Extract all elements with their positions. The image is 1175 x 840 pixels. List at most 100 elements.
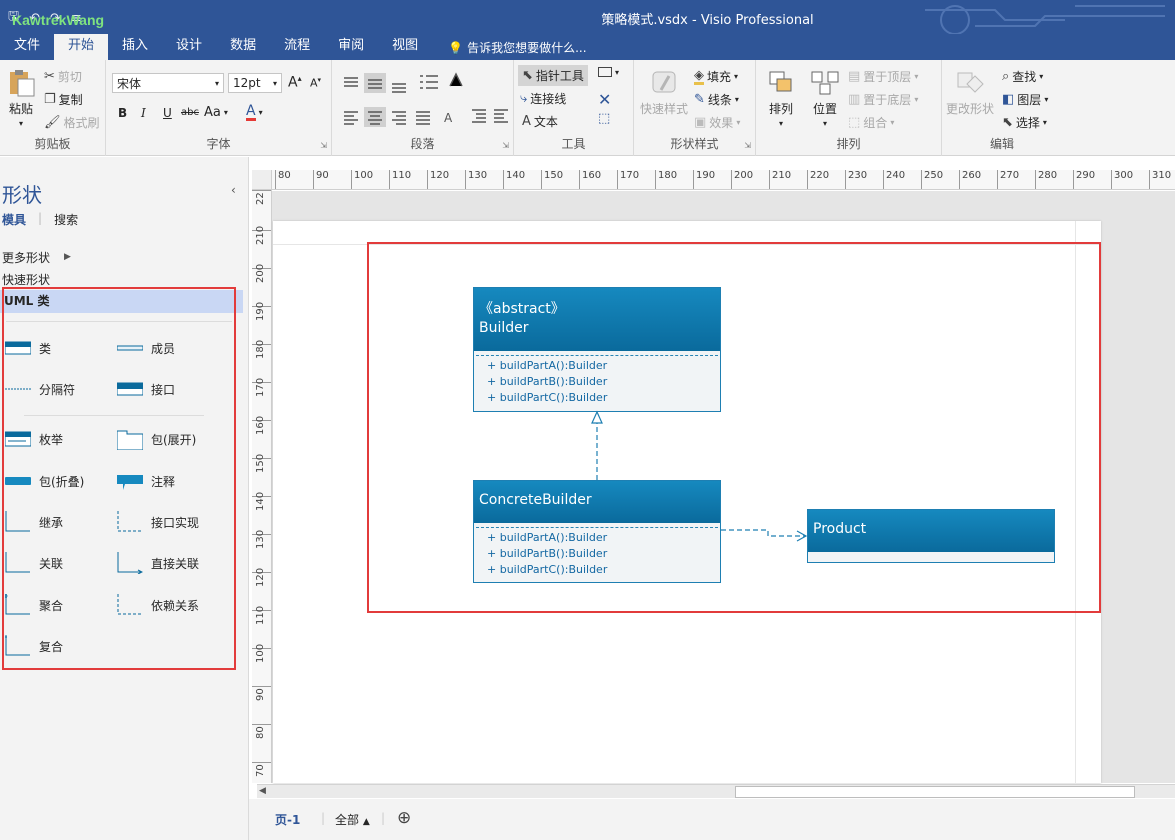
rectangle-tool-button[interactable]: ▾ [598,67,619,77]
effects-icon: ▣ [694,115,707,130]
tab-view[interactable]: 视图 [378,34,432,60]
send-to-back-button[interactable]: ▥ 置于底层 ▾ [848,91,918,108]
dialog-launcher-icon[interactable]: ⇲ [502,141,509,150]
position-button[interactable]: 位置 ▾ [808,68,842,128]
dialog-launcher-icon[interactable]: ⇲ [744,141,751,150]
tab-stencils[interactable]: 模具 [2,211,26,228]
font-color-button[interactable]: A ▾ [246,104,263,121]
selection-highlight-frame [367,242,1101,613]
tab-file[interactable]: 文件 [0,34,54,60]
ruler-tick: 130 [252,530,271,549]
strikethrough-button[interactable]: abc [181,107,199,118]
connector-tool-button[interactable]: ⤷ 连接线 [520,90,566,107]
brush-icon: 🖌 [44,115,61,130]
ruler-tick-label: 160 [255,415,266,435]
dialog-launcher-icon[interactable]: ⇲ [320,141,327,150]
bold-icon: B [118,106,128,120]
tell-me-box[interactable]: 💡 告诉我您想要做什么... [432,36,586,60]
tab-home[interactable]: 开始 [54,34,109,60]
select-button[interactable]: ⬉ 选择 ▾ [1002,114,1047,131]
format-painter-button[interactable]: 🖌 格式刷 [44,114,100,131]
pointer-tool-button[interactable]: ⬉ 指针工具 [518,65,588,86]
pointer-icon: ⬉ [522,68,533,83]
italic-button[interactable]: I [141,106,146,120]
line-button[interactable]: ✎ 线条 ▾ [694,91,739,108]
underline-button[interactable]: U [163,106,172,120]
ruler-tick-label: 150 [255,453,266,473]
ruler-tick: 180 [252,340,271,359]
ruler-tick: 90 [252,686,271,701]
ruler-tick: 120 [427,170,449,189]
group-label-paragraph: 段落 [410,137,435,151]
grow-font-icon: A▴ [288,74,302,91]
group-font: 宋体 ▾ 12pt ▾ A▴ A▾ B I U abc Aa ▾ A ▾ 字体 ⇲ [106,60,332,156]
ruler-tick: 190 [252,302,271,321]
arrange-button[interactable]: 排列 ▾ [764,68,798,128]
chevron-down-icon: ▾ [914,72,919,81]
quick-styles-button[interactable]: 快速样式 [640,68,688,117]
ruler-tick-label: 210 [255,225,266,245]
all-pages-button[interactable]: 全部 ▲ [335,811,370,828]
ruler-tick: 150 [541,170,563,189]
close-x-button[interactable]: ✕ [598,90,611,109]
ruler-tick: 22 [252,190,271,205]
tab-data[interactable]: 数据 [216,34,270,60]
lightbulb-icon: 💡 [448,41,464,55]
add-page-icon[interactable]: ⊕ [397,808,411,828]
paste-button[interactable]: 粘贴 ▾ [4,68,38,128]
tab-process[interactable]: 流程 [270,34,324,60]
font-family-select[interactable]: 宋体 ▾ [112,73,224,93]
page-tabs-bar: 页-1 | 全部 ▲ | ⊕ [249,799,1175,840]
group-editing: 更改形状 ⌕ 查找 ▾ ◧ 图层 ▾ ⬉ 选择 ▾ 编辑 [942,60,1062,156]
layers-icon: ◧ [1002,92,1015,107]
copy-button[interactable]: ❐ 复制 [44,91,83,108]
effects-button[interactable]: ▣ 效果 ▾ [694,114,740,131]
ruler-tick: 80 [252,724,271,739]
connection-point-button[interactable]: ⬚ [598,112,610,125]
tab-review[interactable]: 审阅 [324,34,378,60]
chevron-down-icon: ▾ [615,67,620,77]
ruler-tick: 310 [1149,170,1171,189]
horizontal-scrollbar[interactable]: ◀ [257,784,1175,798]
tab-design[interactable]: 设计 [162,34,216,60]
collapse-pane-icon[interactable]: ‹ [231,183,236,197]
scrollbar-thumb[interactable] [735,786,1135,798]
grow-font-button[interactable]: A▴ [288,74,302,91]
change-shape-button[interactable]: 更改形状 [946,68,994,117]
chevron-down-icon: ▾ [1042,118,1047,127]
ruler-tick-label: 90 [255,688,266,701]
chevron-down-icon: ▾ [736,118,741,127]
more-shapes-row[interactable]: 更多形状 ▶ [2,249,71,266]
shrink-font-button[interactable]: A▾ [310,76,321,90]
ruler-tick-label: 140 [255,491,266,511]
bold-button[interactable]: B [118,106,127,120]
underline-icon: U [163,106,172,120]
scroll-left-icon[interactable]: ◀ [259,786,266,796]
change-case-button[interactable]: Aa ▾ [204,105,228,120]
quick-styles-icon [652,71,676,93]
ruler-tick-label: 170 [255,377,266,397]
group-button[interactable]: ⬚ 组合 ▾ [848,114,894,131]
bring-to-front-button[interactable]: ▤ 置于顶层 ▾ [848,68,918,85]
ruler-tick: 270 [997,170,1019,189]
text-tool-button[interactable]: A 文本 [522,113,558,130]
tab-insert[interactable]: 插入 [108,34,162,60]
cut-button[interactable]: ✂ 剪切 [44,68,82,85]
fill-button[interactable]: ◈ 填充 ▾ [694,68,738,85]
ribbon-tabs: 文件 开始 插入 设计 数据 流程 审阅 视图 💡 告诉我您想要做什么... [0,34,1175,60]
shapes-pane-tabs: 模具 | 搜索 [2,211,78,228]
tab-search[interactable]: 搜索 [54,211,78,228]
layers-button[interactable]: ◧ 图层 ▾ [1002,91,1048,108]
page-tab-1[interactable]: 页-1 [275,811,300,828]
quick-shapes-row[interactable]: 快速形状 [2,271,50,288]
ruler-tick-label: 120 [255,567,266,587]
page-tab-separator: | [321,811,326,825]
find-button[interactable]: ⌕ 查找 ▾ [1002,68,1043,85]
ruler-tick-label: 100 [255,643,266,663]
group-label-shape-styles: 形状样式 [670,137,719,151]
font-size-select[interactable]: 12pt ▾ [228,73,282,93]
ruler-tick: 210 [252,226,271,245]
ruler-tick: 160 [252,416,271,435]
ruler-tick-label: 22 [255,192,266,205]
ruler-tick: 100 [351,170,373,189]
